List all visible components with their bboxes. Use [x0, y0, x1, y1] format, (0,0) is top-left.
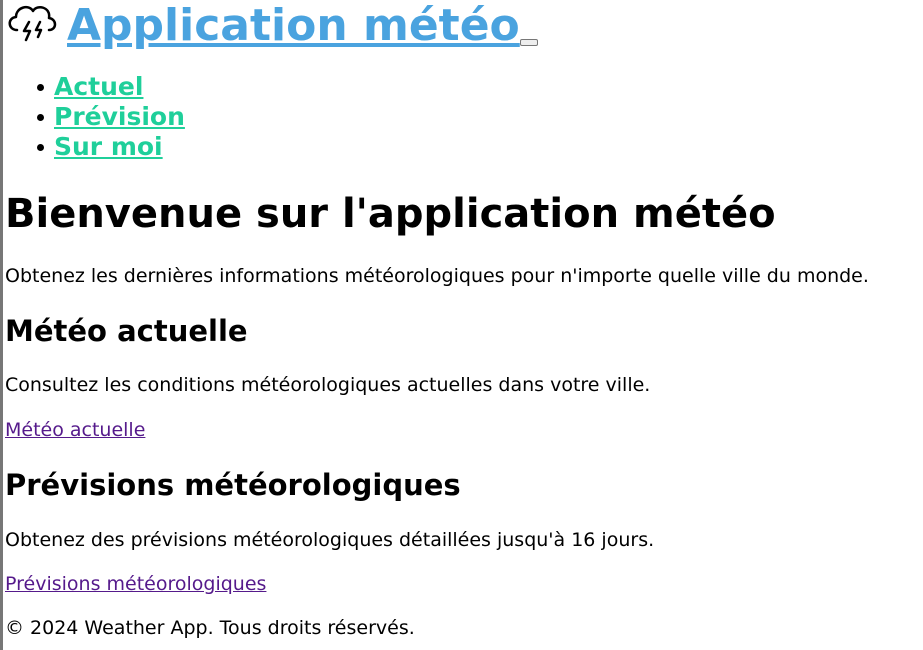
- footer-text: © 2024 Weather App. Tous droits réservés…: [5, 617, 415, 639]
- nav-link-sur-moi[interactable]: Sur moi: [54, 132, 163, 161]
- site-header: Application météo: [5, 0, 538, 52]
- main-nav: Actuel Prévision Sur moi: [3, 70, 185, 161]
- nav-item-prevision: Prévision: [3, 100, 185, 131]
- forecast-text: Obtenez des prévisions météorologiques d…: [5, 529, 655, 551]
- cloud-lightning-icon: [8, 5, 57, 42]
- page-title: Bienvenue sur l'application météo: [5, 191, 776, 237]
- forecast-link[interactable]: Prévisions météorologiques: [5, 572, 266, 596]
- current-weather-link[interactable]: Météo actuelle: [5, 418, 145, 442]
- menu-toggle-button[interactable]: [519, 39, 538, 46]
- nav-link-prevision[interactable]: Prévision: [54, 102, 185, 131]
- current-weather-heading: Météo actuelle: [5, 314, 248, 348]
- current-weather-text: Consultez les conditions météorologiques…: [5, 374, 651, 396]
- intro-text: Obtenez les dernières informations météo…: [5, 265, 869, 287]
- nav-item-sur-moi: Sur moi: [3, 130, 185, 161]
- site-title-link[interactable]: Application météo: [67, 0, 520, 52]
- forecast-heading: Prévisions météorologiques: [5, 468, 461, 502]
- nav-link-actuel[interactable]: Actuel: [54, 72, 143, 101]
- nav-item-actuel: Actuel: [3, 70, 185, 101]
